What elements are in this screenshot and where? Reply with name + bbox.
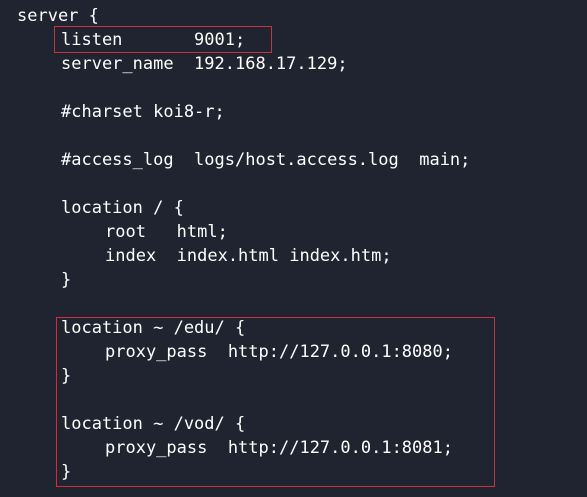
code-line-charset-comment: #charset koi8-r; [61, 102, 225, 122]
code-line-server-open: server { [17, 6, 99, 26]
listen-highlight-box [54, 26, 272, 53]
code-line-location-root-close: } [61, 270, 72, 290]
code-line-index: index index.html index.htm; [105, 246, 392, 266]
code-line-server-name: server_name 192.168.17.129; [61, 54, 348, 74]
code-line-location-root-open: location / { [61, 198, 184, 218]
code-line-root: root html; [105, 222, 228, 242]
location-blocks-highlight-box [56, 317, 495, 487]
code-line-access-log-comment: #access_log logs/host.access.log main; [61, 150, 471, 170]
code-panel: server { listen 9001; server_name 192.16… [0, 0, 587, 497]
